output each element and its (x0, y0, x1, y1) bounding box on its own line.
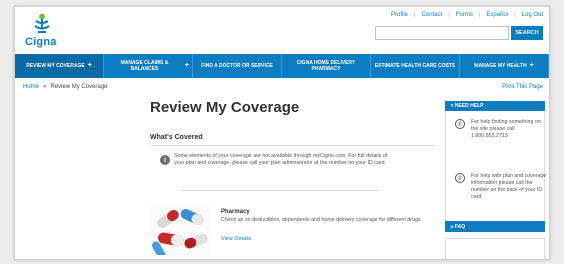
coverage-info-text: Some elements of your coverage are not a… (174, 153, 388, 166)
search-input[interactable] (375, 26, 509, 40)
cigna-logo[interactable]: Cigna (25, 13, 65, 53)
faq-header[interactable]: ▸ FAQ (445, 221, 545, 232)
main-nav: REVIEW MY COVERAGE + MANAGE CLAIMS & BALA… (15, 54, 549, 78)
phone-icon: ✆ (455, 173, 465, 183)
faq-panel (445, 238, 545, 259)
phone-icon: ✆ (455, 119, 465, 129)
browser-frame: Cigna Profile | Contact | Forms | Español | … (14, 6, 550, 260)
page-title: Review My Coverage (150, 99, 300, 116)
util-link-profile[interactable]: Profile (391, 12, 408, 18)
nav-review-coverage[interactable]: REVIEW MY COVERAGE + (15, 54, 104, 78)
pharmacy-title[interactable]: Pharmacy (221, 209, 250, 215)
help-item-plan: ✆ For help with plan and coverage inform… (455, 173, 546, 213)
view-details-link[interactable]: View Details (221, 236, 251, 242)
nav-find-doctor[interactable]: FIND A DOCTOR OR SERVICE (193, 54, 282, 78)
help-item-site: ✆ For help finding something on the site… (455, 119, 543, 159)
nav-estimate-costs[interactable]: ESTIMATE HEALTH CARE COSTS (371, 54, 460, 78)
utility-links: Profile | Contact | Forms | Español | Log Ou… (391, 12, 543, 18)
breadcrumb: Home » Review My Coverage (23, 84, 107, 90)
section-heading: What's Covered (150, 134, 203, 141)
divider (150, 145, 435, 146)
nav-manage-health[interactable]: MANAGE MY HEALTH + (460, 54, 549, 78)
need-help-header[interactable]: ▾ NEED HELP (445, 101, 545, 111)
pharmacy-description: Check up on deductibles, dependents and … (221, 217, 421, 223)
logo-wordmark: Cigna (25, 36, 57, 48)
info-icon: i (160, 155, 170, 165)
nav-manage-claims[interactable]: MANAGE CLAIMS & BALANCES + (104, 54, 193, 78)
breadcrumb-home[interactable]: Home (23, 84, 39, 90)
util-link-espanol[interactable]: Español (486, 12, 508, 18)
help-text-site: For help finding something on the site p… (471, 119, 541, 139)
breadcrumb-current: Review My Coverage (50, 84, 108, 90)
help-text-plan: For help with plan and coverage informat… (471, 173, 547, 200)
pharmacy-pills-image (150, 205, 210, 255)
nav-home-delivery[interactable]: CIGNA HOME DELIVERY PHARMACY (282, 54, 371, 78)
print-page-link[interactable]: Print This Page (502, 84, 543, 90)
util-link-contact[interactable]: Contact (422, 12, 443, 18)
tree-of-life-icon (34, 13, 50, 33)
util-link-forms[interactable]: Forms (456, 12, 473, 18)
breadcrumb-separator: » (43, 84, 47, 90)
util-link-logout[interactable]: Log Out (522, 12, 543, 18)
divider (180, 190, 380, 191)
search-button[interactable]: SEARCH (511, 26, 543, 40)
